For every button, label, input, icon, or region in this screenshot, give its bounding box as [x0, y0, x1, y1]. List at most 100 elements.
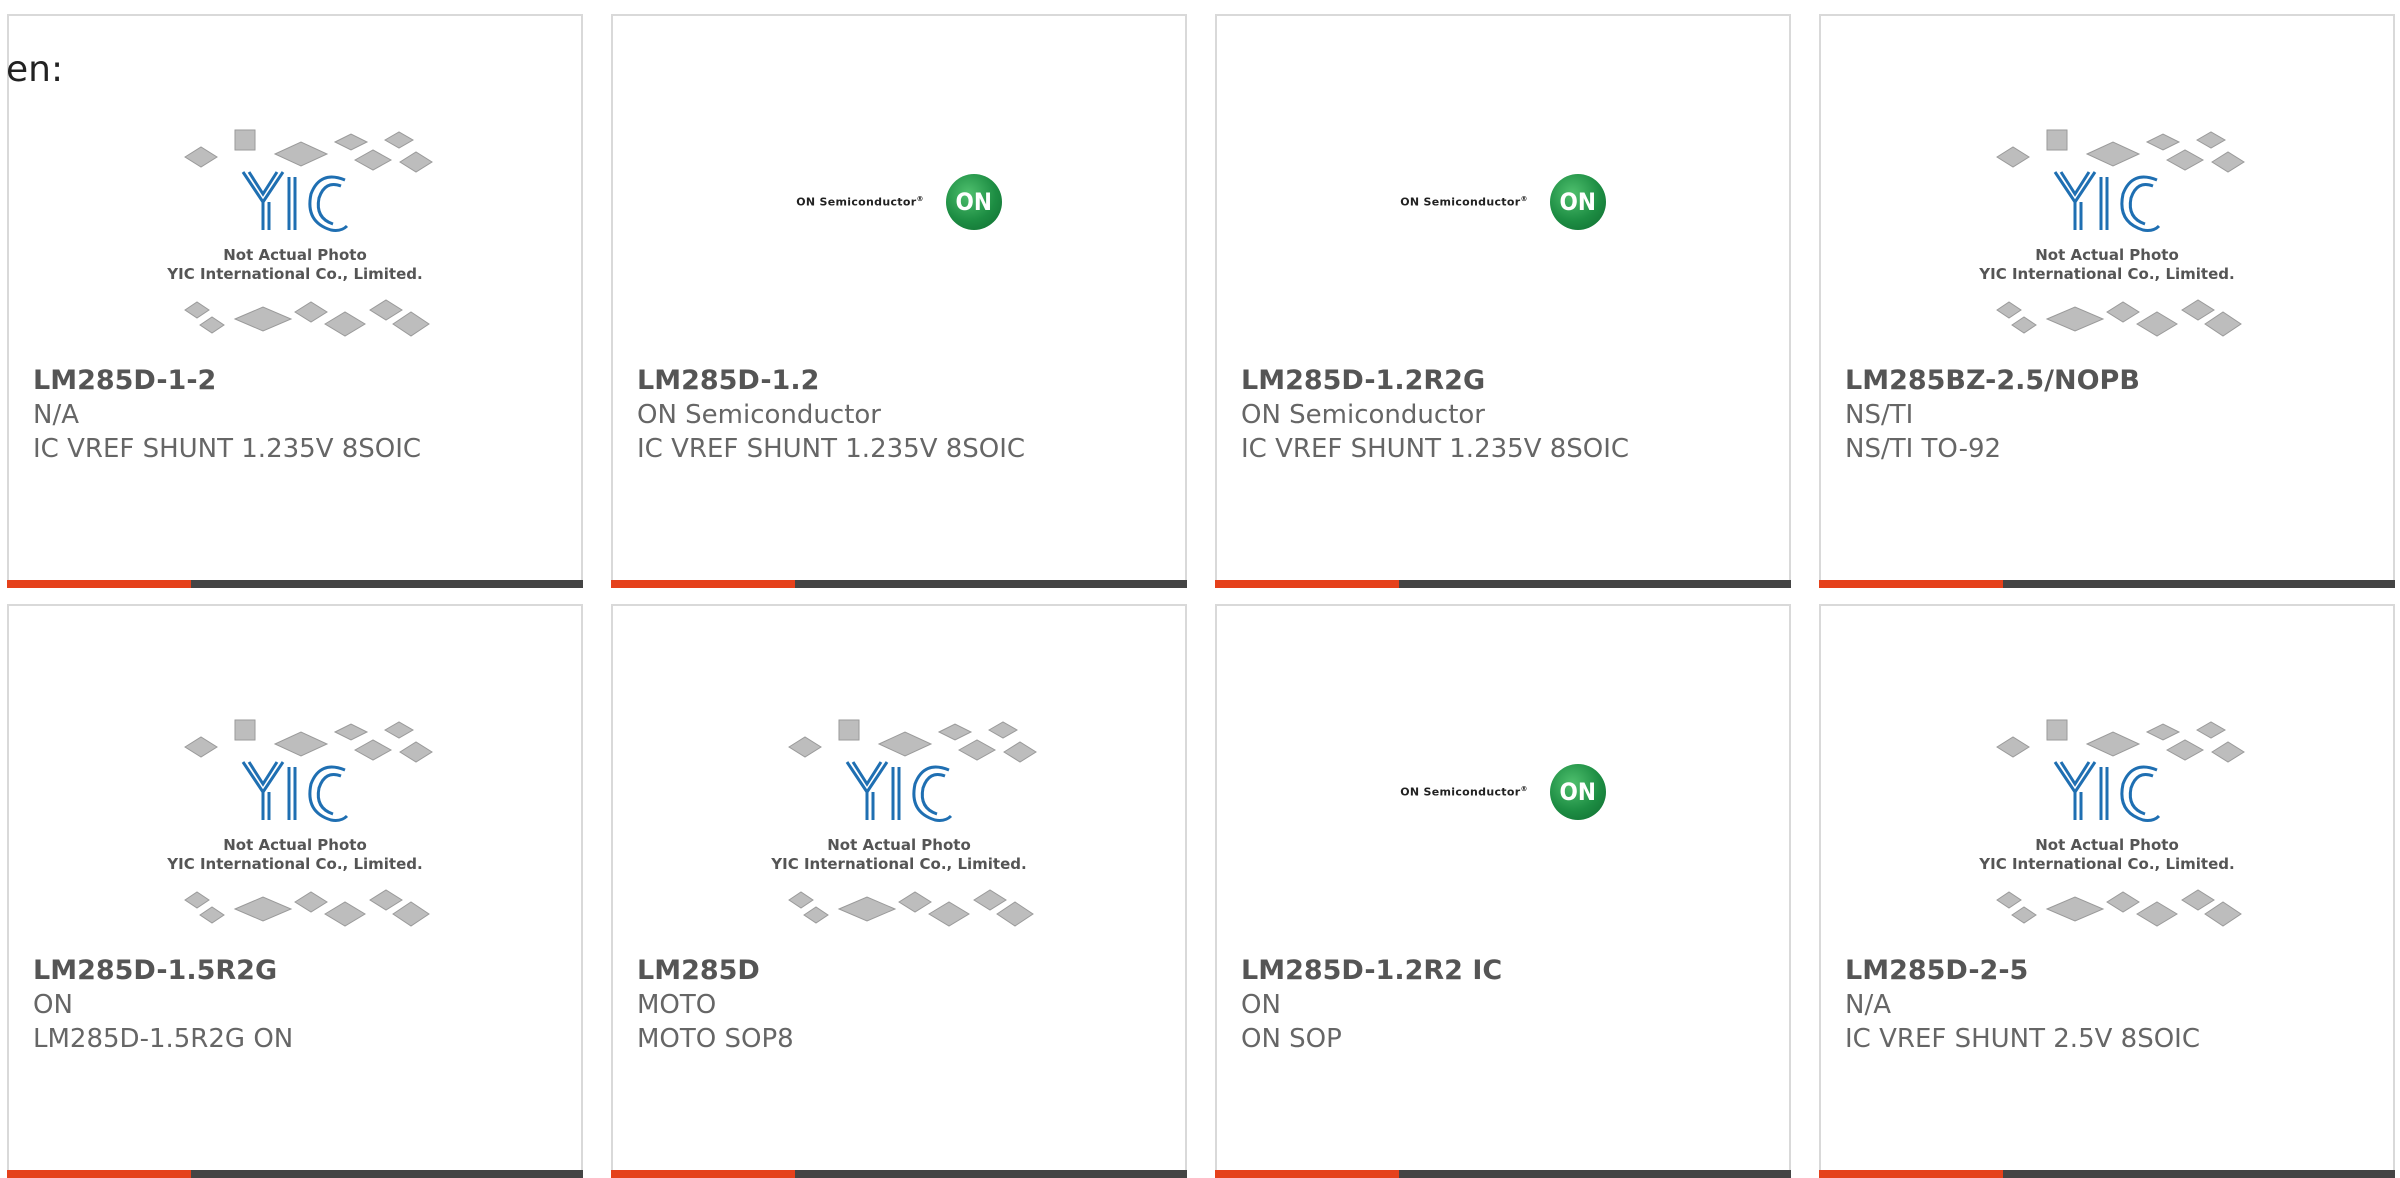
part-number-link[interactable]: LM285D-1.5R2G [33, 954, 561, 988]
part-number-link[interactable]: LM285D-2-5 [1845, 954, 2373, 988]
on-semiconductor-logo: ON Semiconductor® ON [1400, 174, 1606, 230]
manufacturer: ON Semiconductor [1241, 400, 1485, 430]
placeholder-caption-line2: YIC International Co., Limited. [1978, 855, 2234, 873]
chip-icon [987, 721, 1019, 739]
chip-icon [996, 901, 1034, 927]
card-accent-bar [1819, 1170, 2003, 1178]
chip-icon [383, 131, 415, 149]
placeholder-caption-line1: Not Actual Photo [223, 836, 367, 854]
product-image[interactable]: Not Actual Photo YIC International Co., L… [9, 102, 581, 364]
yic-logo-icon [241, 761, 349, 822]
chip-icon [2211, 741, 2245, 763]
chip-icon [324, 901, 366, 927]
chip-icon [2085, 141, 2141, 167]
chip-icon [2011, 316, 2037, 334]
on-semiconductor-logo: ON Semiconductor® ON [1400, 764, 1606, 820]
chip-icon [788, 736, 822, 758]
chip-icon [788, 891, 814, 909]
chip-icon [234, 719, 256, 741]
product-card[interactable]: ON Semiconductor® ON LM285D-1.2R2G ON Se… [1215, 14, 1791, 588]
card-accent-bar [1215, 1170, 1399, 1178]
on-logo-icon: ON [1549, 764, 1606, 820]
on-logo-icon: ON [1549, 174, 1606, 230]
chip-icon [2106, 301, 2140, 323]
product-card[interactable]: Not Actual Photo YIC International Co., L… [1819, 604, 2395, 1178]
chip-icon [184, 146, 218, 168]
yic-logo-icon [2053, 761, 2161, 822]
on-logo-text: ON Semiconductor® [1400, 195, 1528, 209]
manufacturer: ON Semiconductor [637, 400, 881, 430]
description: LM285D-1.5R2G ON [33, 1024, 294, 1054]
chip-icon [184, 301, 210, 319]
description: IC VREF SHUNT 1.235V 8SOIC [33, 434, 422, 464]
chip-icon [324, 311, 366, 337]
part-number-link[interactable]: LM285D-1.2 [637, 364, 1165, 398]
yic-logo-icon [241, 171, 349, 232]
chip-icon [369, 299, 403, 321]
chip-icon [333, 133, 369, 151]
product-card[interactable]: Not Actual Photo YIC International Co., L… [7, 604, 583, 1178]
product-image[interactable]: Not Actual Photo YIC International Co., L… [9, 692, 581, 954]
placeholder-caption-line2: YIC International Co., Limited. [770, 855, 1026, 873]
chip-icon [184, 736, 218, 758]
description: ON SOP [1241, 1024, 1342, 1054]
part-number-link[interactable]: LM285D-1.2R2 IC [1241, 954, 1769, 988]
manufacturer: ON [1241, 990, 1281, 1020]
part-number-link[interactable]: LM285D [637, 954, 1165, 988]
chip-icon [837, 896, 897, 922]
product-image[interactable]: ON Semiconductor® ON [1217, 102, 1789, 364]
chip-icon [2046, 129, 2068, 151]
page-fragment-text: en: [6, 49, 64, 90]
chip-icon [1003, 741, 1037, 763]
chip-icon [877, 731, 933, 757]
on-logo-icon: ON [945, 174, 1002, 230]
placeholder-caption-line1: Not Actual Photo [827, 836, 971, 854]
product-image[interactable]: Not Actual Photo YIC International Co., L… [613, 692, 1185, 954]
on-logo-text: ON Semiconductor® [796, 195, 924, 209]
on-semiconductor-logo: ON Semiconductor® ON [796, 174, 1002, 230]
chip-icon [1996, 301, 2022, 319]
card-bottom-bar [7, 580, 583, 588]
card-bottom-bar [1215, 580, 1791, 588]
chip-icon [973, 889, 1007, 911]
card-accent-bar [611, 1170, 795, 1178]
product-card[interactable]: Not Actual Photo YIC International Co., L… [7, 14, 583, 588]
card-bottom-bar [1215, 1170, 1791, 1178]
yic-placeholder-image: Not Actual PhotoYIC International Co., L… [1978, 129, 2245, 337]
chip-icon [838, 719, 860, 741]
chip-icon [399, 741, 433, 763]
chip-icon [2165, 149, 2205, 171]
chip-icon [1996, 891, 2022, 909]
description: MOTO SOP8 [637, 1024, 794, 1054]
chip-icon [2204, 901, 2242, 927]
part-number-link[interactable]: LM285D-1-2 [33, 364, 561, 398]
chip-icon [353, 149, 393, 171]
yic-placeholder-image: Not Actual PhotoYIC International Co., L… [166, 129, 433, 337]
part-number-link[interactable]: LM285D-1.2R2G [1241, 364, 1769, 398]
product-card[interactable]: ON Semiconductor® ON LM285D-1.2 ON Semic… [611, 14, 1187, 588]
part-number-link[interactable]: LM285BZ-2.5/NOPB [1845, 364, 2373, 398]
chip-icon [2165, 739, 2205, 761]
on-logo-text: ON Semiconductor® [1400, 785, 1528, 799]
chip-icon [369, 889, 403, 911]
product-image[interactable]: Not Actual Photo YIC International Co., L… [1821, 102, 2393, 364]
chip-icon [803, 906, 829, 924]
chip-icon [233, 896, 293, 922]
description: IC VREF SHUNT 1.235V 8SOIC [637, 434, 1026, 464]
placeholder-caption-line2: YIC International Co., Limited. [166, 265, 422, 283]
product-image[interactable]: Not Actual Photo YIC International Co., L… [1821, 692, 2393, 954]
chip-icon [233, 306, 293, 332]
chip-icon [2195, 721, 2227, 739]
yic-logo-icon [2053, 171, 2161, 232]
product-image[interactable]: ON Semiconductor® ON [613, 102, 1185, 364]
description: IC VREF SHUNT 2.5V 8SOIC [1845, 1024, 2200, 1054]
chip-icon [1996, 736, 2030, 758]
card-bottom-bar [611, 1170, 1187, 1178]
product-card[interactable]: Not Actual Photo YIC International Co., L… [611, 604, 1187, 1178]
product-card[interactable]: ON Semiconductor® ON LM285D-1.2R2 IC ON … [1215, 604, 1791, 1178]
chip-icon [2136, 311, 2178, 337]
product-image[interactable]: ON Semiconductor® ON [1217, 692, 1789, 954]
chip-icon [2085, 731, 2141, 757]
product-card[interactable]: Not Actual Photo YIC International Co., L… [1819, 14, 2395, 588]
chip-icon [2145, 133, 2181, 151]
